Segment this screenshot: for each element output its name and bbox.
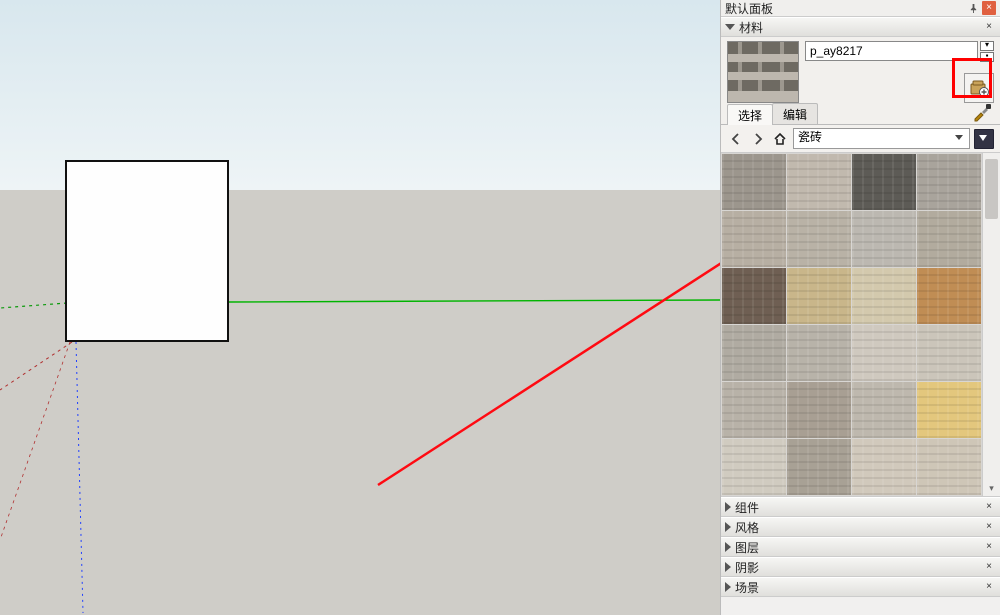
panel-title: 风格 — [735, 519, 980, 536]
material-swatch[interactable] — [787, 439, 851, 495]
material-swatch[interactable] — [787, 211, 851, 267]
material-preview-thumbnail[interactable] — [727, 41, 799, 103]
material-swatch[interactable] — [917, 382, 981, 438]
collapsed-panel-header[interactable]: 风格× — [721, 517, 1000, 537]
materials-panel-title: 材料 — [739, 19, 980, 36]
tray-title: 默认面板 — [725, 0, 964, 17]
panel-title: 图层 — [735, 539, 980, 556]
pin-icon[interactable] — [966, 1, 980, 15]
material-swatch[interactable] — [787, 268, 851, 324]
collapse-icon — [725, 24, 735, 30]
material-swatch[interactable] — [852, 211, 916, 267]
tab-select[interactable]: 选择 — [727, 104, 773, 125]
material-swatch[interactable] — [917, 154, 981, 210]
home-button[interactable] — [771, 130, 789, 148]
tray-title-bar[interactable]: 默认面板 × — [721, 0, 1000, 17]
back-button[interactable] — [727, 130, 745, 148]
panel-close-icon[interactable]: × — [982, 560, 996, 574]
panel-close-icon[interactable]: × — [982, 520, 996, 534]
expand-icon — [725, 502, 731, 512]
material-swatch[interactable] — [917, 268, 981, 324]
white-face-rectangle[interactable] — [65, 160, 229, 342]
material-swatch[interactable] — [722, 382, 786, 438]
material-swatch[interactable] — [722, 211, 786, 267]
panel-close-icon[interactable]: × — [982, 580, 996, 594]
eyedropper-icon[interactable] — [972, 102, 992, 122]
material-swatch[interactable] — [787, 325, 851, 381]
expand-icon — [725, 582, 731, 592]
material-name-input[interactable]: p_ay8217 — [805, 41, 978, 61]
details-menu-button[interactable] — [974, 129, 994, 149]
material-swatch[interactable] — [787, 154, 851, 210]
materials-panel-header[interactable]: 材料 × — [721, 17, 1000, 37]
expand-icon — [725, 542, 731, 552]
panel-close-icon[interactable]: × — [982, 540, 996, 554]
panel-close-icon[interactable]: × — [982, 20, 996, 34]
material-swatch[interactable] — [722, 439, 786, 495]
collapsed-panel-header[interactable]: 场景× — [721, 577, 1000, 597]
material-swatch[interactable] — [852, 268, 916, 324]
material-swatch[interactable] — [852, 382, 916, 438]
viewport-3d[interactable] — [0, 0, 721, 613]
materials-scrollbar[interactable]: ▾ — [982, 153, 1000, 496]
tab-edit[interactable]: 编辑 — [772, 103, 818, 124]
forward-button[interactable] — [749, 130, 767, 148]
material-swatch[interactable] — [722, 154, 786, 210]
material-swatch[interactable] — [722, 325, 786, 381]
material-swatch[interactable] — [917, 325, 981, 381]
material-swatch[interactable] — [722, 268, 786, 324]
material-swatch[interactable] — [787, 382, 851, 438]
material-swatch[interactable] — [852, 154, 916, 210]
expand-icon — [725, 562, 731, 572]
collapsed-panel-header[interactable]: 组件× — [721, 497, 1000, 517]
material-swatch[interactable] — [917, 211, 981, 267]
panel-title: 组件 — [735, 499, 980, 516]
material-category-select[interactable]: 瓷砖 — [793, 128, 970, 149]
default-tray-panel: 默认面板 × 材料 × — [720, 0, 1000, 615]
material-dropdown-icon[interactable]: ▾ — [980, 41, 994, 51]
material-swatch[interactable] — [917, 439, 981, 495]
collapsed-panel-header[interactable]: 阴影× — [721, 557, 1000, 577]
material-swatch[interactable] — [852, 439, 916, 495]
create-material-button[interactable] — [964, 73, 994, 103]
panel-title: 场景 — [735, 579, 980, 596]
material-add-to-model-icon[interactable]: ▪ — [980, 52, 994, 62]
close-icon[interactable]: × — [982, 1, 996, 15]
expand-icon — [725, 522, 731, 532]
material-thumbnail-grid — [721, 153, 982, 496]
collapsed-panel-header[interactable]: 图层× — [721, 537, 1000, 557]
panel-title: 阴影 — [735, 559, 980, 576]
material-category-value: 瓷砖 — [798, 130, 822, 144]
materials-panel-body: p_ay8217 ▾ ▪ 选 — [721, 37, 1000, 497]
panel-close-icon[interactable]: × — [982, 500, 996, 514]
material-swatch[interactable] — [852, 325, 916, 381]
